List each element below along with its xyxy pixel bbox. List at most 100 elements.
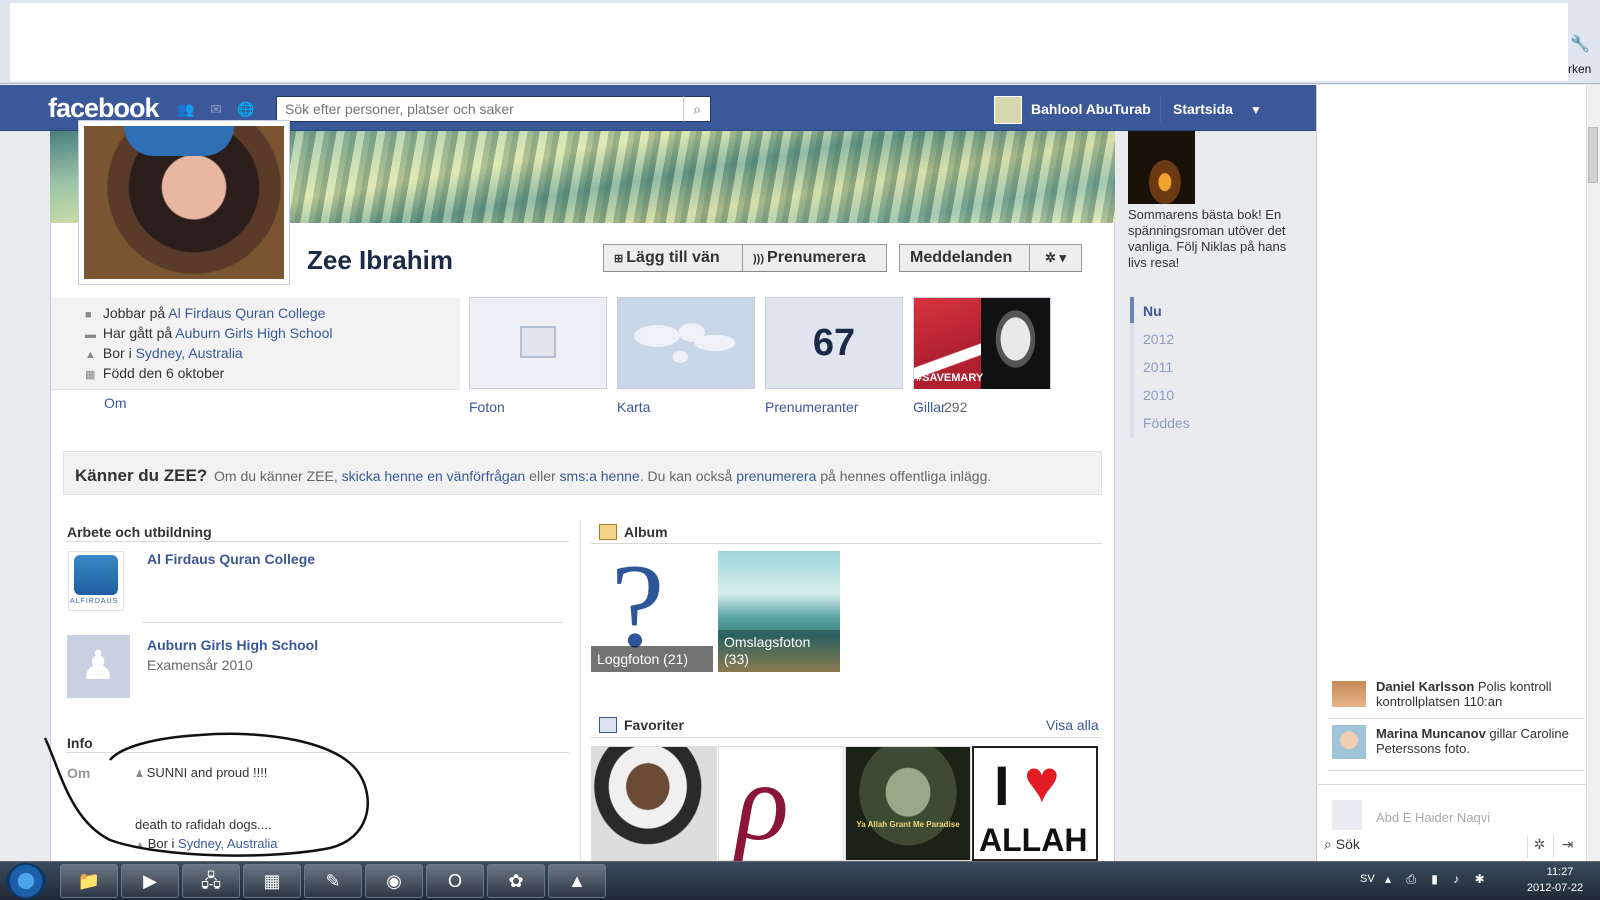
album-title[interactable]: Album	[624, 524, 668, 540]
intro-school: ▬ Har gått på Auburn Girls High School	[85, 325, 332, 341]
intro-location-link[interactable]: Sydney, Australia	[136, 345, 243, 361]
photos-label[interactable]: Foton	[469, 399, 505, 415]
know-text-1: Om du känner ZEE,	[214, 468, 342, 484]
favorite-item[interactable]	[591, 746, 717, 861]
messages-icon[interactable]: ✉	[206, 101, 226, 119]
search-icon[interactable]: ⌕	[683, 96, 711, 122]
avatar[interactable]	[1332, 681, 1366, 707]
calligraphy-icon: ρ	[736, 741, 789, 863]
timeline-item-born[interactable]: Föddes	[1143, 415, 1190, 431]
timeline-item-now[interactable]: Nu	[1143, 303, 1162, 319]
scrollbar-thumb[interactable]	[1588, 127, 1598, 183]
user-name-link[interactable]: Bahlool AbuTurab	[1031, 101, 1151, 117]
subscribers-label[interactable]: Prenumeranter	[765, 399, 858, 415]
album-count[interactable]: (33)	[724, 651, 749, 667]
chat-gear-icon[interactable]: ✲	[1527, 836, 1551, 858]
favorite-i-letter: I	[994, 754, 1010, 817]
opera-taskbar-icon[interactable]: O	[426, 864, 484, 898]
chat-search[interactable]: ⌕ Sök	[1324, 836, 1524, 858]
ad-image[interactable]	[1128, 131, 1195, 204]
favorites-icon	[599, 717, 617, 733]
palm-logo-icon	[74, 555, 118, 595]
subscribe-link[interactable]: prenumerera	[736, 468, 816, 484]
clock-date[interactable]: 2012-07-22	[1515, 882, 1595, 894]
user-avatar[interactable]	[994, 96, 1022, 124]
language-indicator[interactable]: SV	[1360, 873, 1375, 885]
ticker-item[interactable]: Daniel Karlsson Polis kontroll kontrollp…	[1376, 679, 1576, 711]
briefcase-icon: ■	[85, 309, 92, 321]
profile-picture[interactable]	[78, 120, 290, 285]
vlc-taskbar-icon[interactable]: ▲	[548, 864, 606, 898]
likes-image-text: #SAVEMARY	[916, 372, 984, 384]
favorite-image-text: Ya Allah Grant Me Paradise	[856, 820, 960, 829]
bookmarks-label[interactable]: rken	[1568, 62, 1591, 76]
chrome-taskbar-icon[interactable]: ◉	[365, 864, 423, 898]
divider	[1328, 770, 1584, 771]
account-menu-chevron-down-icon[interactable]: ▼	[1250, 103, 1262, 117]
calendar-icon: ▦	[85, 369, 96, 381]
browser-toolbar-area	[10, 3, 1568, 81]
avatar[interactable]	[1332, 725, 1366, 759]
network-taskbar-icon[interactable]: 🖧	[182, 864, 240, 898]
send-friend-request-link[interactable]: skicka henne en vänförfrågan	[342, 468, 526, 484]
school-name[interactable]: Auburn Girls High School	[147, 637, 318, 653]
wrench-icon[interactable]: 🔧	[1570, 34, 1594, 54]
media-player-taskbar-icon[interactable]: ▶	[121, 864, 179, 898]
school-icon: ▬	[85, 329, 96, 341]
timeline-scrubber-active	[1130, 297, 1134, 323]
nav-divider	[1160, 96, 1161, 122]
album-label[interactable]: Loggfoton (21)	[597, 651, 688, 667]
workplace-name[interactable]: Al Firdaus Quran College	[147, 551, 315, 567]
notifications-globe-icon[interactable]: 🌐	[236, 101, 256, 119]
ticker-name[interactable]: Marina Muncanov	[1376, 726, 1486, 741]
intro-work: ■ Jobbar på Al Firdaus Quran College	[85, 305, 325, 321]
timeline-item-2010[interactable]: 2010	[1143, 387, 1174, 403]
timeline-item-2012[interactable]: 2012	[1143, 331, 1174, 347]
page-scrollbar[interactable]	[1586, 85, 1600, 861]
notepad-taskbar-icon[interactable]: ✎	[304, 864, 362, 898]
intro-birthday: ▦ Född den 6 oktober	[85, 365, 224, 381]
cover-photo-texture	[290, 131, 1115, 223]
know-her-text: Om du känner ZEE, skicka henne en vänför…	[214, 468, 991, 484]
likes-label[interactable]: Gillar	[913, 399, 946, 415]
column-divider	[580, 520, 581, 861]
know-text-2: eller	[525, 468, 560, 484]
ad-text[interactable]: Sommarens bästa bok! En spänningsroman u…	[1128, 207, 1288, 271]
intro-work-link[interactable]: Al Firdaus Quran College	[168, 305, 325, 321]
know-her-title: Känner du ZEE?	[75, 466, 208, 485]
album-label[interactable]: Omslagsfoton	[724, 634, 810, 650]
intro-location-prefix: Bor i	[102, 345, 136, 361]
search-icon: ⌕	[1324, 836, 1336, 852]
favorite-item[interactable]	[845, 746, 971, 861]
sms-link[interactable]: sms:a henne	[560, 468, 640, 484]
gear-icon[interactable]: ✲ ▾	[1029, 244, 1082, 272]
chat-popout-icon[interactable]: ⇥	[1553, 836, 1581, 858]
messenger-taskbar-icon[interactable]: ✿	[487, 864, 545, 898]
avatar[interactable]	[1332, 800, 1362, 830]
chat-search-label: Sök	[1335, 836, 1360, 852]
explorer-taskbar-icon[interactable]: 📁	[60, 864, 118, 898]
intro-location: ▲ Bor i Sydney, Australia	[85, 345, 243, 361]
timeline-item-2011[interactable]: 2011	[1143, 359, 1173, 375]
friend-requests-icon[interactable]: 👥	[176, 101, 196, 119]
chat-contact-name[interactable]: Abd E Haider Naqvi	[1376, 810, 1490, 825]
ticker-name[interactable]: Daniel Karlsson	[1376, 679, 1474, 694]
favorites-title[interactable]: Favoriter	[624, 717, 684, 733]
about-link[interactable]: Om	[104, 395, 127, 411]
start-button[interactable]	[6, 863, 46, 899]
intro-school-link[interactable]: Auburn Girls High School	[175, 325, 332, 341]
calculator-taskbar-icon[interactable]: ▦	[243, 864, 301, 898]
ticker-item[interactable]: Marina Muncanov gillar Caroline Petersso…	[1376, 726, 1576, 756]
map-label[interactable]: Karta	[617, 399, 650, 415]
favorite-image-text: ALLAH	[979, 822, 1088, 858]
clock-time[interactable]: 11:27	[1530, 866, 1590, 878]
message-button[interactable]: Meddelanden	[899, 244, 1030, 272]
system-tray-icons[interactable]: ▴ ⎙ ▮ ♪ ✱	[1385, 872, 1491, 887]
heart-icon: ♥	[1024, 748, 1060, 815]
home-link[interactable]: Startsida	[1173, 101, 1233, 117]
see-all-link[interactable]: Visa alla	[1046, 717, 1099, 733]
search-input[interactable]	[276, 96, 684, 122]
divider	[1328, 718, 1584, 719]
add-friend-button[interactable]: ⊞ Lägg till vän	[603, 244, 743, 272]
subscribe-button[interactable]: ))) Prenumerera	[742, 244, 887, 272]
